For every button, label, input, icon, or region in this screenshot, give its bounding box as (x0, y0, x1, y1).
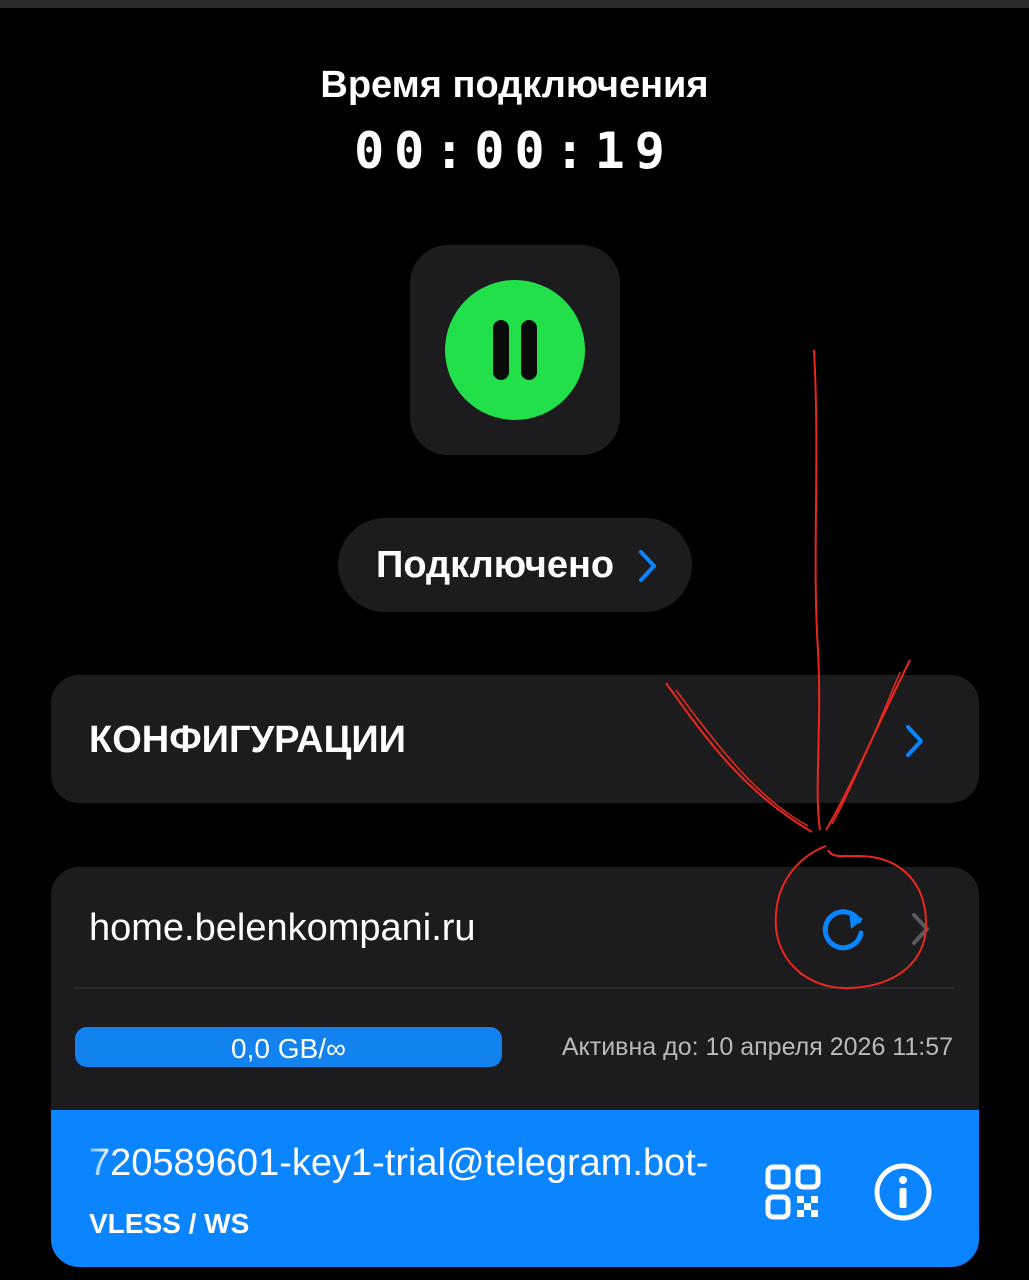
pause-button[interactable] (445, 280, 585, 420)
qr-code-icon[interactable] (765, 1164, 821, 1220)
selected-key-row[interactable]: 720589601-key1-trial@telegram.bot- VLESS… (51, 1110, 979, 1267)
key-protocol: VLESS / WS (89, 1208, 250, 1239)
info-icon[interactable] (873, 1162, 933, 1222)
pause-bar-right (521, 320, 537, 380)
connection-status-button[interactable]: Подключено (338, 518, 692, 612)
divider (75, 987, 955, 989)
connection-status-label: Подключено (376, 544, 615, 586)
status-bar-strip (0, 0, 1029, 8)
pause-bar-left (493, 320, 509, 380)
server-details-chevron-icon[interactable] (909, 911, 933, 947)
server-card: home.belenkompani.ru 0,0 GB/∞ Активна до… (51, 867, 979, 1267)
server-name: home.belenkompani.ru (89, 907, 476, 949)
chevron-right-icon (639, 550, 656, 582)
traffic-usage-bar: 0,0 GB/∞ (75, 1027, 502, 1067)
active-until-text: Активна до: 10 апреля 2026 11:57 (561, 1033, 953, 1061)
connection-time-title: Время подключения (320, 64, 709, 106)
configurations-button[interactable]: КОНФИГУРАЦИИ (51, 675, 979, 803)
configurations-label: КОНФИГУРАЦИИ (89, 719, 406, 761)
chevron-right-icon (906, 725, 923, 757)
traffic-usage-label: 0,0 GB/∞ (231, 1033, 346, 1064)
key-identifier: 720589601-key1-trial@telegram.bot- (89, 1142, 709, 1184)
connection-time-value: 00:00:19 (354, 122, 675, 180)
refresh-icon[interactable] (813, 899, 873, 959)
